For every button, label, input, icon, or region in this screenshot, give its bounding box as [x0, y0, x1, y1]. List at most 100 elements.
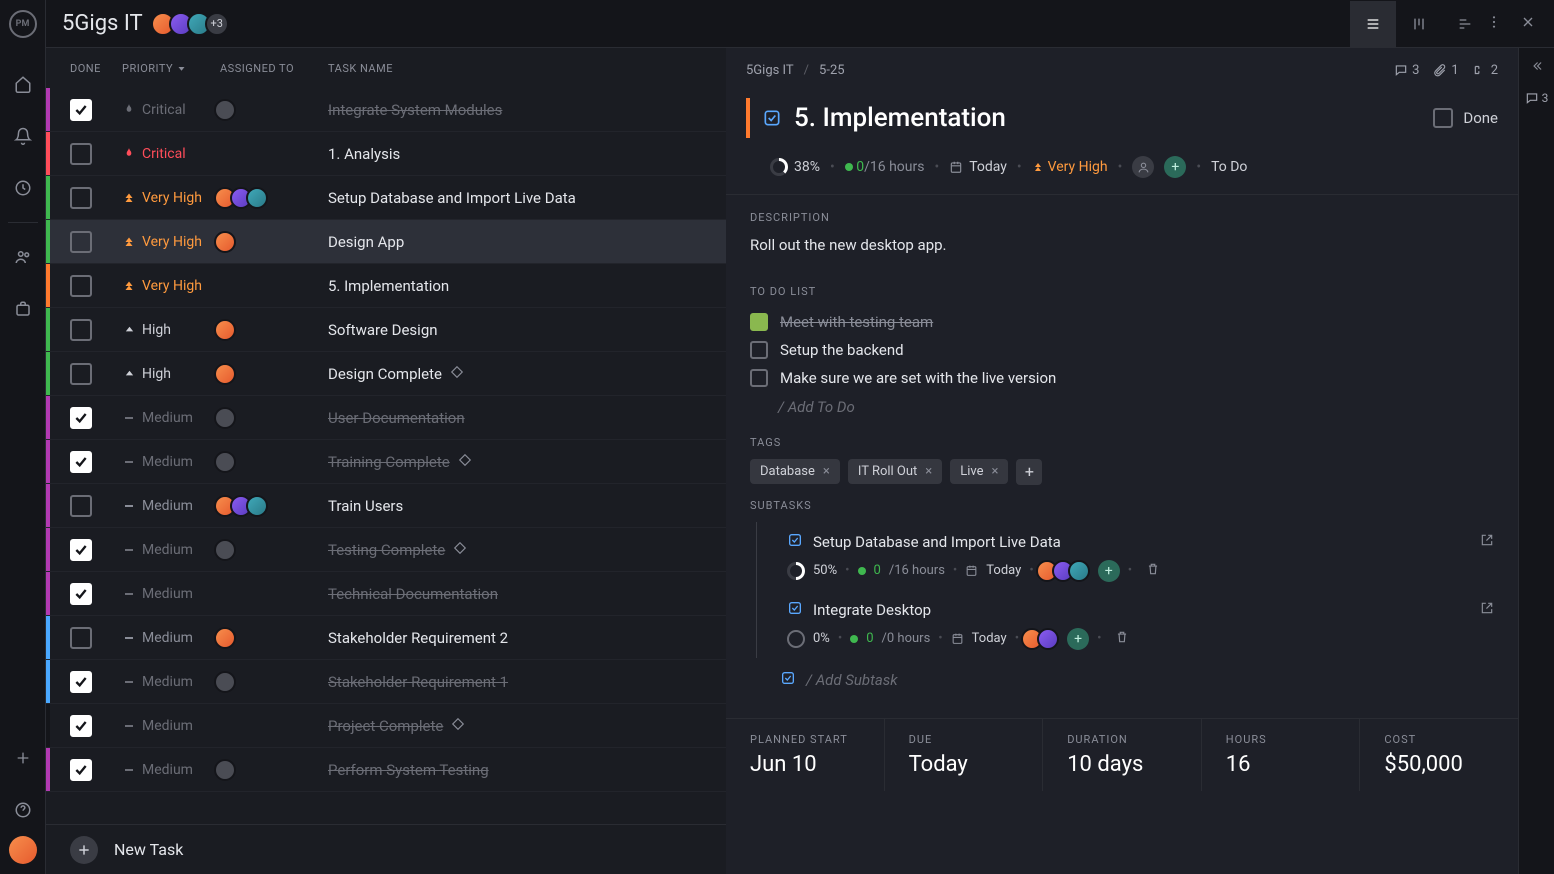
done-checkbox[interactable] [70, 143, 92, 165]
done-checkbox[interactable] [70, 99, 92, 121]
status[interactable]: To Do [1211, 159, 1247, 175]
stat-planned-start[interactable]: PLANNED START Jun 10 [726, 719, 885, 791]
assigned-cell[interactable] [220, 231, 328, 253]
done-checkbox[interactable] [70, 231, 92, 253]
remove-tag-icon[interactable]: × [992, 464, 999, 479]
open-subtask-icon[interactable] [1480, 533, 1494, 551]
task-name[interactable]: Integrate System Modules [328, 101, 726, 119]
remove-tag-icon[interactable]: × [823, 464, 830, 479]
description-text[interactable]: Roll out the new desktop app. [750, 234, 1494, 257]
stat-cost[interactable]: COST $50,000 [1360, 719, 1518, 791]
due-date[interactable]: Today [949, 159, 1007, 175]
priority-cell[interactable]: High [122, 322, 220, 338]
new-task-button[interactable]: New Task [46, 824, 726, 874]
breadcrumb-range[interactable]: 5-25 [819, 63, 845, 78]
stat-hours[interactable]: HOURS 16 [1202, 719, 1361, 791]
assigned-cell[interactable] [220, 407, 328, 429]
priority-cell[interactable]: Medium [122, 586, 220, 602]
task-row[interactable]: High Design Complete [46, 352, 726, 396]
task-name[interactable]: Testing Complete [328, 541, 726, 559]
task-row[interactable]: High Software Design [46, 308, 726, 352]
subtasks-count[interactable]: 2 [1473, 63, 1498, 78]
add-assignee-button[interactable]: + [1098, 560, 1120, 582]
add-todo-input[interactable]: / Add To Do [750, 392, 1494, 422]
task-row[interactable]: Very High Setup Database and Import Live… [46, 176, 726, 220]
todo-checkbox[interactable] [750, 341, 768, 359]
task-row[interactable]: Medium Project Complete [46, 704, 726, 748]
assigned-cell[interactable] [220, 187, 328, 209]
projects-icon[interactable] [11, 297, 35, 321]
priority-cell[interactable]: Very High [122, 278, 220, 294]
done-checkbox[interactable] [70, 407, 92, 429]
comments-count[interactable]: 3 [1394, 63, 1419, 78]
priority-cell[interactable]: Medium [122, 762, 220, 778]
assignee-avatar[interactable] [214, 319, 236, 341]
col-priority[interactable]: PRIORITY [122, 62, 220, 75]
assigned-cell[interactable] [220, 319, 328, 341]
add-assignee-button[interactable]: + [1164, 156, 1186, 178]
assignee-avatar[interactable] [246, 495, 268, 517]
priority-cell[interactable]: Medium [122, 674, 220, 690]
list-view-button[interactable] [1350, 1, 1396, 47]
assignee-avatar[interactable] [1068, 560, 1090, 582]
subtask-item[interactable]: Setup Database and Import Live Data 50% … [756, 522, 1494, 590]
app-logo[interactable]: PM [9, 10, 37, 38]
task-name[interactable]: Software Design [328, 321, 726, 339]
task-row[interactable]: Medium Perform System Testing [46, 748, 726, 792]
task-name[interactable]: Setup Database and Import Live Data [328, 189, 726, 207]
task-name[interactable]: Project Complete [328, 717, 726, 735]
stat-due[interactable]: DUE Today [885, 719, 1044, 791]
add-icon[interactable] [11, 746, 35, 770]
task-name[interactable]: Technical Documentation [328, 585, 726, 603]
done-checkbox[interactable] [70, 715, 92, 737]
assignee-avatar[interactable] [214, 759, 236, 781]
tag[interactable]: IT Roll Out × [848, 459, 942, 484]
recent-icon[interactable] [11, 176, 35, 200]
assignee-avatar[interactable] [214, 627, 236, 649]
done-checkbox[interactable] [70, 583, 92, 605]
task-row[interactable]: Critical Integrate System Modules [46, 88, 726, 132]
board-view-button[interactable] [1396, 1, 1442, 47]
tag[interactable]: Database × [750, 459, 840, 484]
task-row[interactable]: Very High Design App [46, 220, 726, 264]
done-checkbox[interactable] [70, 539, 92, 561]
done-checkbox[interactable] [70, 275, 92, 297]
task-row[interactable]: Medium Stakeholder Requirement 1 [46, 660, 726, 704]
done-checkbox[interactable] [70, 759, 92, 781]
task-row[interactable]: Medium Technical Documentation [46, 572, 726, 616]
task-row[interactable]: Medium Training Complete [46, 440, 726, 484]
priority-cell[interactable]: High [122, 366, 220, 382]
delete-subtask-icon[interactable] [1146, 562, 1160, 580]
assigned-cell[interactable] [220, 451, 328, 473]
task-name[interactable]: Training Complete [328, 453, 726, 471]
priority-cell[interactable]: Medium [122, 498, 220, 514]
done-checkbox[interactable] [70, 187, 92, 209]
home-icon[interactable] [11, 72, 35, 96]
more-menu-icon[interactable] [1486, 14, 1502, 34]
delete-subtask-icon[interactable] [1115, 630, 1129, 648]
assigned-cell[interactable] [220, 363, 328, 385]
col-assigned[interactable]: ASSIGNED TO [220, 62, 328, 75]
hours[interactable]: 0/16 hours [845, 159, 925, 175]
assigned-cell[interactable] [220, 627, 328, 649]
todo-item[interactable]: Setup the backend [750, 336, 1494, 364]
done-checkbox[interactable] [70, 319, 92, 341]
task-name[interactable]: Design Complete [328, 365, 726, 383]
more-members[interactable]: +3 [205, 12, 229, 36]
assignee-avatar[interactable] [214, 231, 236, 253]
assignee-avatar[interactable] [214, 671, 236, 693]
task-row[interactable]: Critical 1. Analysis [46, 132, 726, 176]
task-name[interactable]: 1. Analysis [328, 145, 726, 163]
assignee-placeholder[interactable] [1132, 156, 1154, 178]
priority-cell[interactable]: Very High [122, 234, 220, 250]
help-icon[interactable] [11, 798, 35, 822]
todo-checkbox[interactable] [750, 313, 768, 331]
priority-cell[interactable]: Critical [122, 146, 220, 162]
priority-cell[interactable]: Medium [122, 542, 220, 558]
comments-rail[interactable]: 3 [1525, 91, 1549, 105]
done-checkbox[interactable] [70, 627, 92, 649]
priority-badge[interactable]: Very High [1032, 159, 1108, 175]
priority-cell[interactable]: Very High [122, 190, 220, 206]
priority-cell[interactable]: Medium [122, 454, 220, 470]
assignee-avatar[interactable] [214, 407, 236, 429]
